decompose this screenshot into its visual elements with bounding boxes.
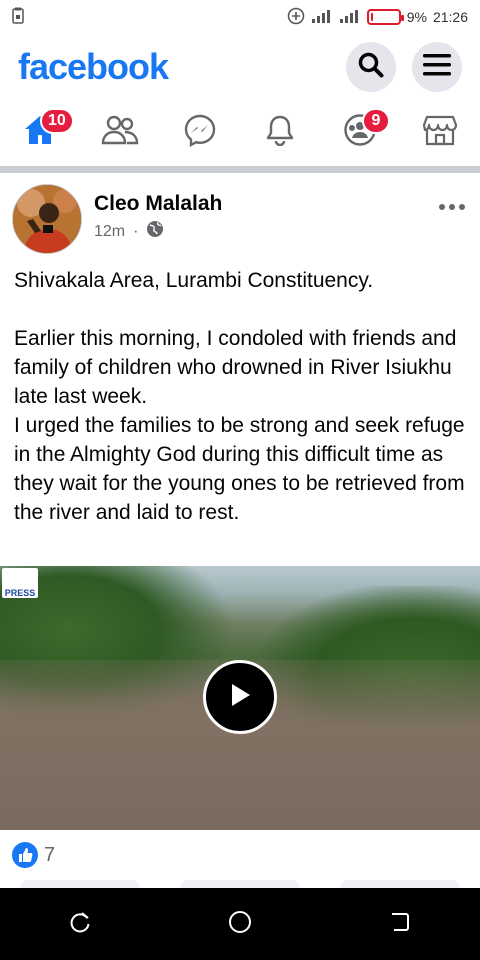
app-header: facebook [0,38,480,96]
feed-divider [0,166,480,173]
reaction-count: 7 [44,843,56,866]
tab-marketplace[interactable] [400,100,480,164]
tab-groups[interactable]: 9 [320,100,400,164]
facebook-logo[interactable]: facebook [18,46,169,88]
search-icon [356,50,386,85]
play-icon [227,681,253,714]
post-time[interactable]: 12m [94,223,125,241]
tab-friends[interactable] [80,100,160,164]
globe-icon [146,220,164,243]
status-bar: 9% 21:26 [0,0,480,34]
bell-icon [265,114,295,151]
post-header: Cleo Malalah 12m · [0,180,480,256]
tab-messenger[interactable] [160,100,240,164]
post-meta: 12m · [94,220,164,243]
tab-home[interactable]: 10 [0,100,80,164]
meta-separator: · [133,222,139,240]
groups-badge: 9 [362,108,390,134]
post-text: Shivakala Area, Lurambi Constituency. Ea… [14,269,465,524]
messenger-icon [183,113,217,152]
post-author[interactable]: Cleo Malalah [94,192,222,216]
post-video[interactable]: PRESS [0,566,480,830]
marketplace-icon [422,114,458,151]
home-badge: 10 [40,108,74,134]
signal-icon [311,8,333,27]
reactions-summary[interactable]: 7 [12,842,55,868]
recent-apps-button[interactable] [68,910,92,939]
battery-percent: 9% [406,9,427,25]
clock: 21:26 [432,9,468,25]
signal-icon [339,8,361,27]
back-button[interactable] [388,910,412,939]
friends-icon [101,115,139,150]
system-nav-bar [0,888,480,960]
avatar[interactable] [12,184,82,254]
video-watermark: PRESS [2,568,38,598]
play-button[interactable] [203,660,277,734]
more-options-icon [438,198,466,215]
data-saver-icon [287,7,305,28]
menu-button[interactable] [412,42,462,92]
main-nav-tabs: 10 9 [0,100,480,164]
home-button[interactable] [227,909,253,940]
battery-level-fill [370,13,373,21]
hamburger-menu-icon [422,52,452,83]
battery-icon [366,9,404,25]
post-options-button[interactable] [438,198,466,216]
search-button[interactable] [346,42,396,92]
like-reaction-icon [12,842,38,868]
tab-notifications[interactable] [240,100,320,164]
sd-card-icon [12,7,24,28]
